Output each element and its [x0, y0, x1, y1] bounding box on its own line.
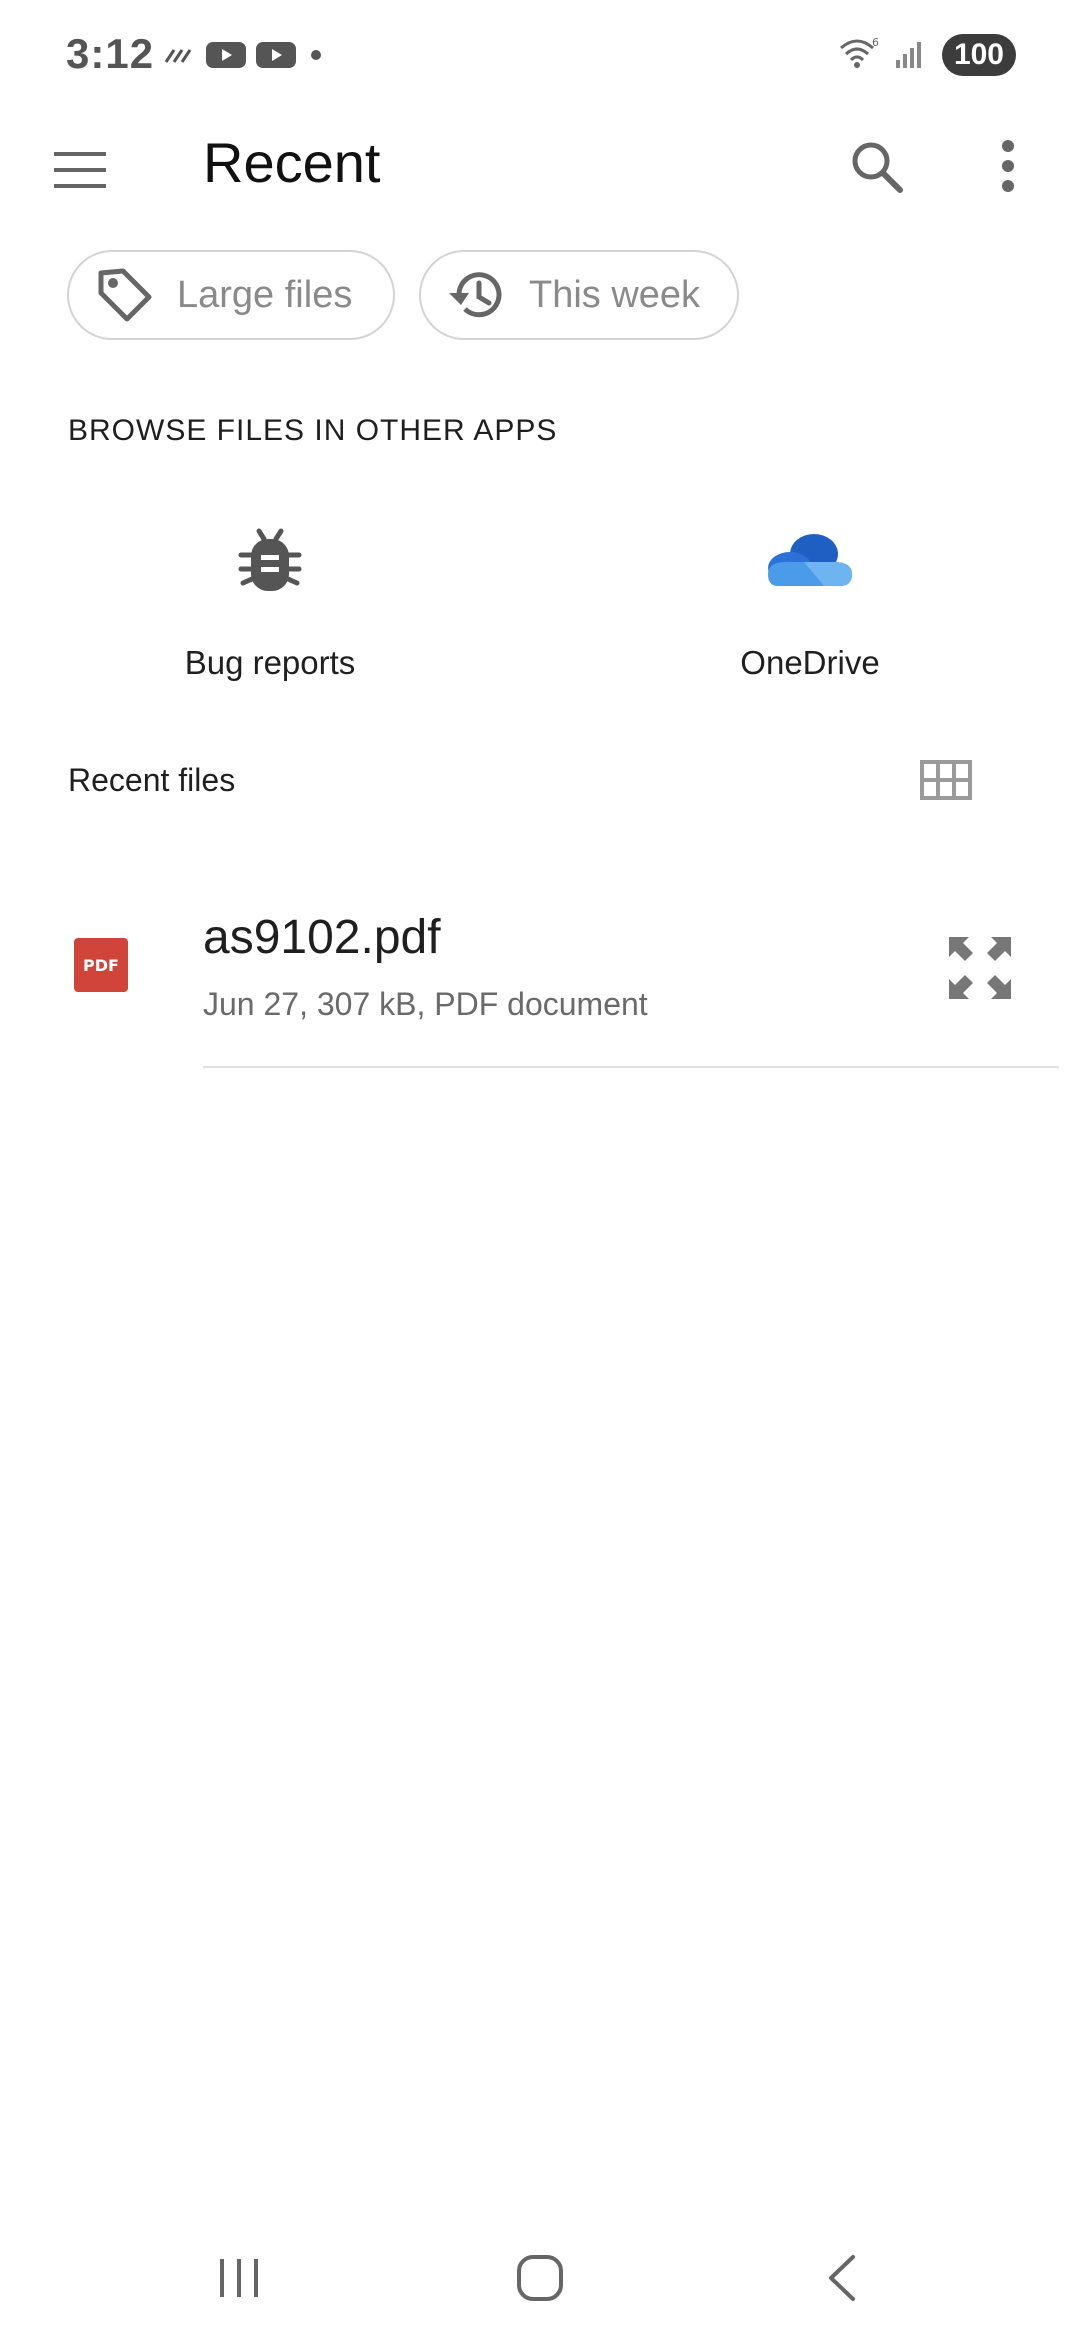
menu-icon	[54, 152, 106, 188]
youtube-icon	[256, 40, 296, 75]
recent-files-heading: Recent files	[68, 762, 236, 798]
back-icon	[829, 2255, 855, 2301]
file-meta: Jun 27, 307 kB, PDF document	[203, 986, 648, 1022]
app-tile-bug-reports[interactable]: Bug reports	[120, 500, 420, 682]
app-tile-label: OneDrive	[740, 644, 880, 681]
back-button[interactable]	[808, 2248, 878, 2308]
chip-label: Large files	[177, 273, 353, 316]
home-icon	[517, 2255, 563, 2301]
expand-icon	[949, 937, 1011, 999]
status-right: 6 100	[838, 34, 1016, 76]
app-tile-label: Bug reports	[184, 644, 356, 681]
menu-button[interactable]	[44, 134, 116, 206]
battery-indicator: 100	[941, 34, 1016, 76]
pdf-file-icon: PDF	[74, 938, 128, 992]
screen: 3:12 6 100 Recent Large files This week …	[0, 0, 1080, 2340]
recents-icon	[220, 2259, 258, 2297]
dot-icon	[306, 45, 326, 70]
status-time: 3:12	[66, 30, 155, 77]
chip-label: This week	[529, 273, 701, 316]
history-icon	[445, 263, 509, 327]
recents-button[interactable]	[204, 2248, 274, 2308]
status-bar: 3:12 6 100	[0, 0, 1080, 116]
system-nav-bar	[0, 2220, 1080, 2340]
app-bar: Recent	[0, 116, 1080, 266]
grid-view-icon	[920, 760, 972, 800]
more-vert-icon	[1002, 140, 1014, 192]
data-icon	[162, 42, 196, 73]
app-tile-onedrive[interactable]: OneDrive	[660, 500, 960, 682]
chip-large-files[interactable]: Large files	[67, 250, 395, 340]
status-left-icons	[162, 40, 326, 75]
search-icon	[852, 142, 903, 193]
search-button[interactable]	[838, 128, 914, 204]
onedrive-cloud-icon	[660, 500, 960, 620]
page-title: Recent	[203, 131, 381, 194]
tag-icon	[93, 263, 157, 327]
more-options-button[interactable]	[970, 128, 1046, 204]
bug-icon	[120, 500, 420, 620]
expand-preview-button[interactable]	[940, 928, 1020, 1008]
browse-section-heading: BROWSE FILES IN OTHER APPS	[68, 414, 558, 447]
svg-text:6: 6	[872, 36, 879, 49]
grid-view-button[interactable]	[914, 748, 978, 812]
home-button[interactable]	[505, 2248, 575, 2308]
file-name: as9102.pdf	[203, 911, 441, 964]
youtube-icon	[206, 40, 246, 75]
divider	[203, 1066, 1059, 1068]
file-row[interactable]: PDF as9102.pdf Jun 27, 307 kB, PDF docum…	[0, 880, 1080, 1070]
wifi-icon: 6	[838, 36, 880, 75]
signal-icon	[894, 36, 928, 75]
chip-this-week[interactable]: This week	[419, 250, 739, 340]
